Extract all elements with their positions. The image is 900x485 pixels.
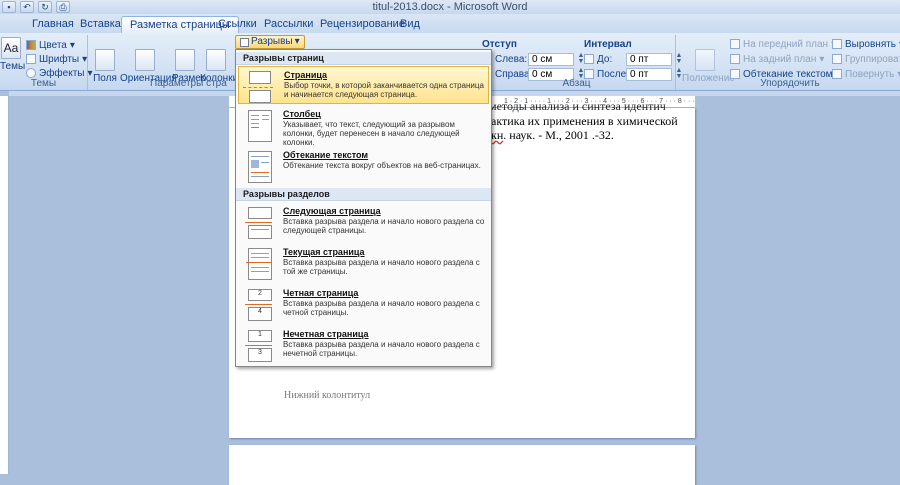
paragraph-group: Отступ Слева: 0 см ▲ ▼ Справа: 0 см ▲ ▼ Интерв…	[478, 35, 682, 90]
page-break-icon	[243, 71, 273, 103]
document-page-2[interactable]	[229, 445, 695, 485]
margins-button[interactable]: Поля	[92, 49, 118, 84]
title-bar: ▪ ↶ ↻ ⎙ titul-2013.docx - Microsoft Word	[0, 0, 900, 14]
break-next-page-title: Следующая страница	[283, 206, 381, 216]
margins-label: Поля	[93, 73, 117, 84]
continuous-break-icon	[242, 248, 272, 280]
colors-icon	[26, 40, 36, 50]
break-odd-page-title: Нечетная страница	[283, 329, 369, 339]
arrange-group-label: Упорядочить	[760, 78, 820, 89]
break-page-item[interactable]: Страница Выбор точки, в которой заканчив…	[238, 66, 489, 104]
colors-button[interactable]: Цвета ▾	[26, 38, 75, 52]
break-continuous-item[interactable]: Текущая страница Вставка разрыва раздела…	[238, 244, 489, 284]
position-icon	[695, 49, 715, 71]
odd-page-break-icon: 1 3	[242, 330, 272, 362]
break-even-page-desc: Вставка разрыва раздела и начало нового …	[283, 299, 480, 317]
effects-icon	[26, 68, 36, 78]
doc-line-1: методы анализа и синтеза идентич	[489, 99, 666, 113]
section-breaks-header: Разрывы разделов	[236, 188, 491, 201]
fonts-icon	[26, 54, 36, 64]
spacing-before-label: До:	[597, 53, 613, 65]
breaks-button[interactable]: Разрывы ▾	[235, 35, 305, 49]
spacing-before: До: 0 пт ▲ ▼	[584, 52, 683, 66]
window-title: titul-2013.docx - Microsoft Word	[372, 1, 528, 13]
columns-icon	[206, 49, 226, 71]
colors-label: Цвета	[39, 39, 67, 51]
send-back-icon	[730, 54, 740, 64]
even-page-break-icon: 2 4	[242, 289, 272, 321]
align-button[interactable]: Выровнять ▾	[832, 37, 900, 51]
align-icon	[832, 39, 842, 49]
vertical-ruler	[0, 96, 9, 474]
image-block	[251, 160, 259, 168]
break-text-wrap-item[interactable]: Обтекание текстом Обтекание текста вокру…	[238, 147, 489, 187]
break-continuous-desc: Вставка разрыва раздела и начало нового …	[283, 258, 480, 276]
bring-front-icon	[730, 39, 740, 49]
spacing-title: Интервал	[584, 38, 632, 50]
effects-label: Эффекты	[39, 67, 85, 79]
spacing-before-field[interactable]: 0 пт	[626, 52, 672, 66]
break-column-title: Столбец	[283, 109, 321, 119]
indent-left: Слева: 0 см ▲ ▼	[482, 52, 585, 66]
column-break-icon	[242, 110, 272, 142]
doc-line-3-prefix: кн	[491, 128, 504, 142]
break-odd-page-item[interactable]: 1 3 Нечетная страница Вставка разрыва ра…	[238, 326, 489, 366]
spacing-before-icon	[584, 54, 594, 64]
group-label: Группировать	[845, 53, 900, 65]
breaks-menu: Разрывы страниц Страница Выбор точки, в …	[235, 49, 492, 367]
doc-line-3: кн. наук. - М., 2001 .-32.	[491, 128, 614, 143]
break-continuous-title: Текущая страница	[283, 247, 365, 257]
break-even-page-item[interactable]: 2 4 Четная страница Вставка разрыва разд…	[238, 285, 489, 325]
break-next-page-item[interactable]: Следующая страница Вставка разрыва разде…	[238, 203, 489, 243]
breaks-icon	[240, 37, 249, 47]
break-page-desc: Выбор точки, в которой заканчивается одн…	[284, 81, 484, 99]
themes-icon: Aa	[1, 37, 21, 59]
ribbon-tabs: Главная Вставка Разметка страницы Ссылки…	[0, 14, 900, 33]
break-column-item[interactable]: Столбец Указывает, что текст, следующий …	[238, 106, 489, 147]
margins-icon	[95, 49, 115, 71]
break-text-wrap-desc: Обтекание текста вокруг объектов на веб-…	[283, 161, 481, 170]
bring-front-label: На передний план	[743, 38, 829, 50]
next-page-break-icon	[242, 207, 272, 239]
doc-line-3-text: . наук. - М., 2001 .-32.	[503, 128, 614, 142]
send-back-label: На задний план	[743, 53, 817, 65]
break-odd-page-desc: Вставка разрыва раздела и начало нового …	[283, 340, 480, 358]
page-breaks-header: Разрывы страниц	[236, 52, 491, 65]
send-back-button[interactable]: На задний план ▾	[730, 52, 824, 66]
group-icon	[832, 54, 842, 64]
break-even-page-title: Четная страница	[283, 288, 359, 298]
arrange-group: Положение На передний план ▾ На задний п…	[680, 35, 900, 90]
break-next-page-desc: Вставка разрыва раздела и начало нового …	[283, 217, 485, 235]
footer-label: Нижний колонтитул	[284, 390, 371, 401]
themes-button[interactable]: Aa Темы	[0, 37, 26, 72]
themes-group-label: Темы	[30, 78, 57, 89]
fonts-button[interactable]: Шрифты ▾	[26, 52, 87, 66]
bring-front-button[interactable]: На передний план ▾	[730, 37, 836, 51]
break-column-desc: Указывает, что текст, следующий за разры…	[283, 120, 460, 147]
size-icon	[175, 49, 195, 71]
doc-line-2: актика их применения в химической	[491, 114, 678, 128]
themes-group: Aa Темы Цвета ▾ Шрифты ▾ Эффекты ▾ Темы	[0, 35, 93, 90]
align-label: Выровнять	[845, 38, 897, 50]
break-page-title: Страница	[284, 70, 328, 80]
orientation-icon	[135, 49, 155, 71]
indent-left-label: Слева:	[495, 53, 528, 65]
paragraph-group-label: Абзац	[562, 78, 591, 89]
group-button[interactable]: Группировать ▾	[832, 52, 900, 66]
break-text-wrap-title: Обтекание текстом	[283, 150, 369, 160]
indent-left-field[interactable]: 0 см	[528, 52, 574, 66]
themes-button-label: Темы	[0, 61, 26, 72]
text-wrap-break-icon	[242, 151, 272, 183]
breaks-label: Разрывы	[251, 36, 293, 47]
tab-view[interactable]: Вид	[392, 16, 428, 33]
fonts-label: Шрифты	[39, 53, 80, 65]
